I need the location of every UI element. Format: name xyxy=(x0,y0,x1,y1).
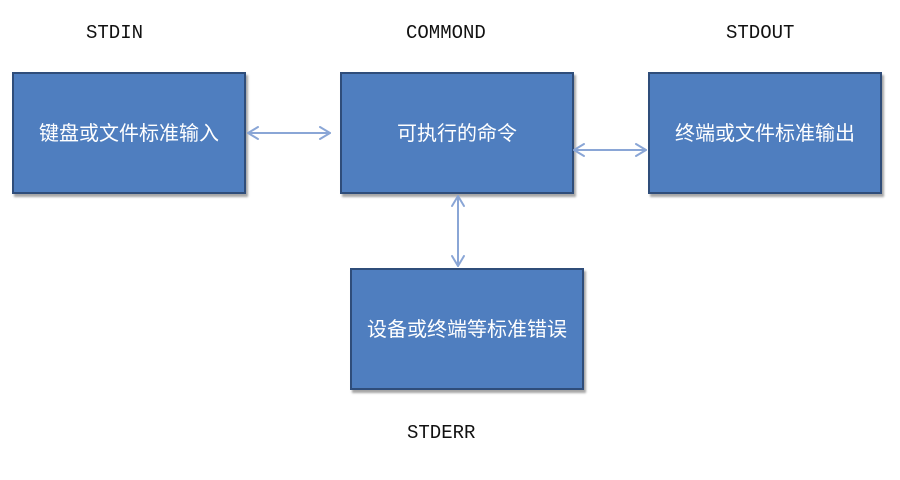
double-arrow-command-error xyxy=(451,195,465,267)
arrows-layer xyxy=(247,126,647,267)
double-arrow-command-output xyxy=(573,143,647,157)
double-arrow-input-command xyxy=(247,126,331,140)
